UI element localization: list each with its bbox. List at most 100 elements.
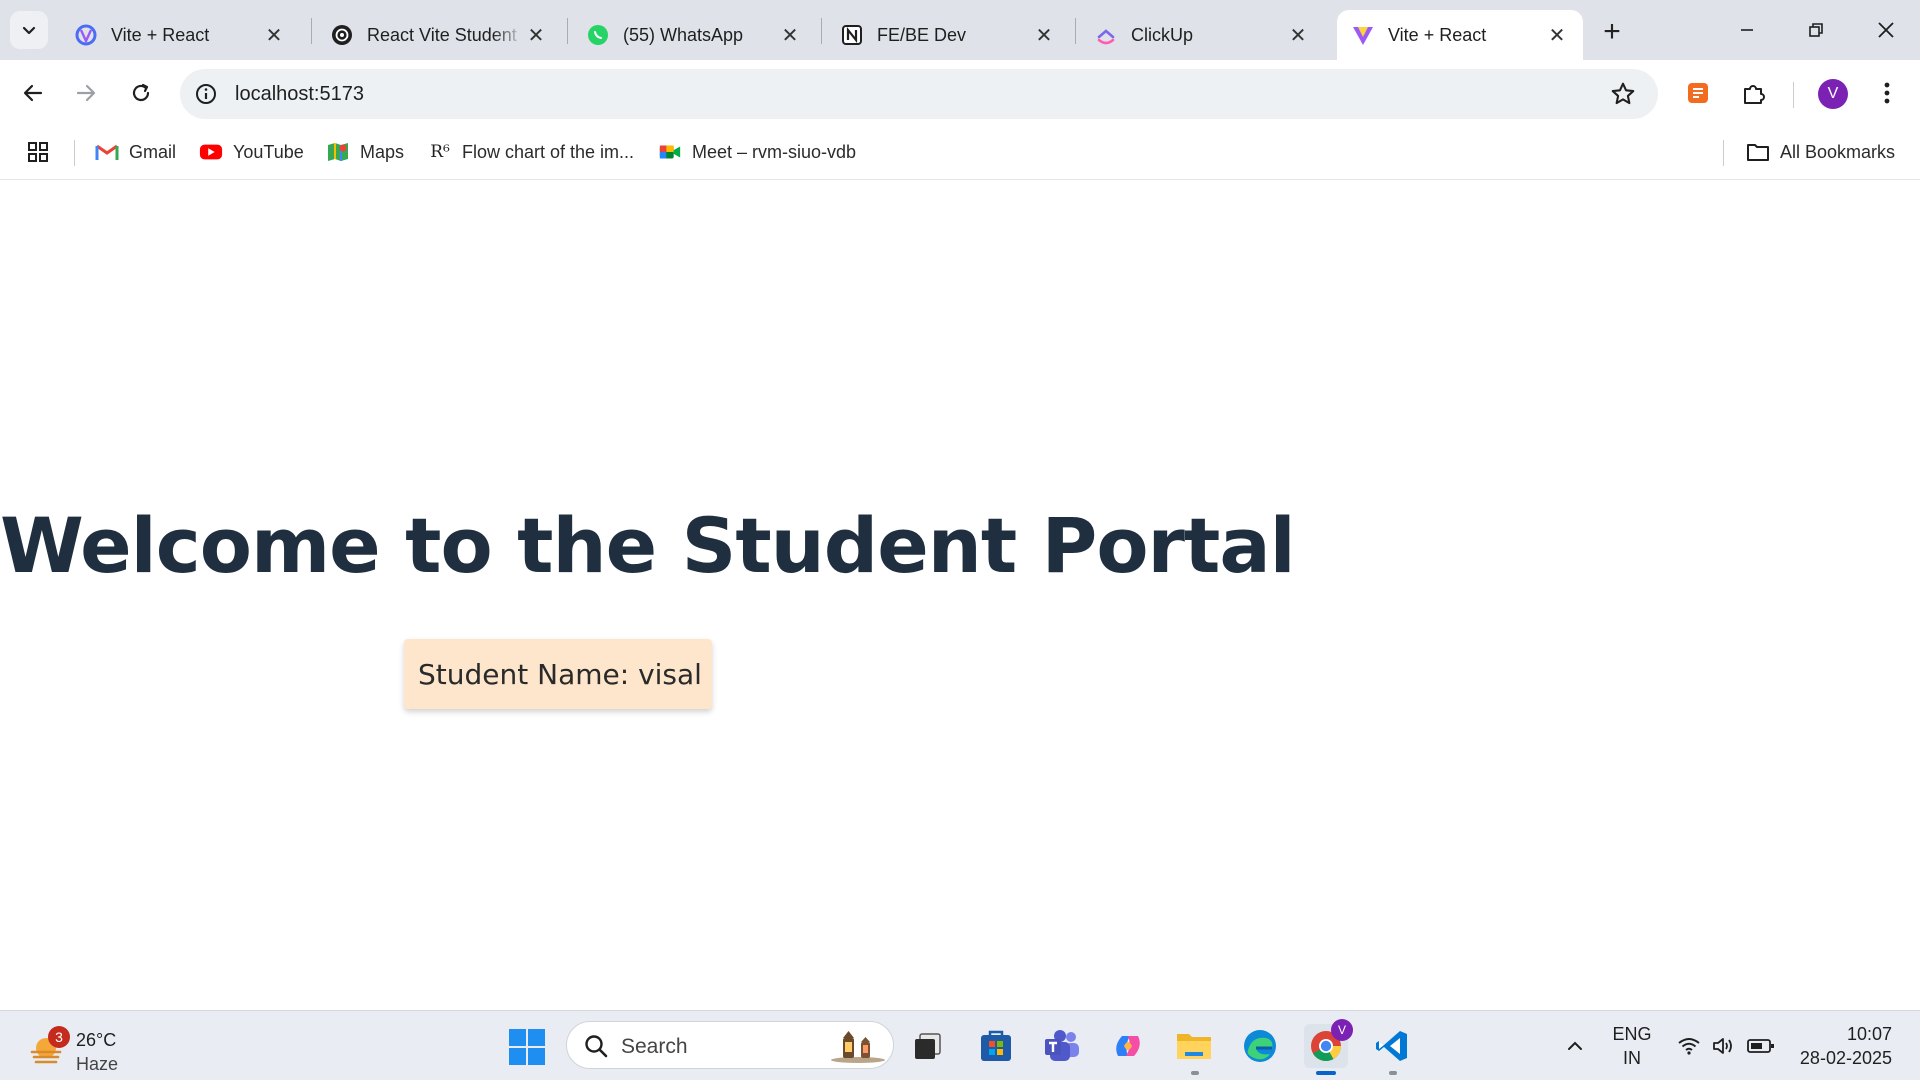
chrome-vite-icon (74, 23, 98, 47)
bookmark-label: YouTube (233, 141, 304, 162)
tab-strip: Vite + React ✕ React Vite Student ✕ (55)… (0, 0, 1920, 60)
taskbar-edge[interactable] (1238, 1024, 1282, 1068)
region-code: IN (1623, 1048, 1641, 1068)
tab-divider (567, 18, 568, 44)
bookmark-star-icon[interactable] (1610, 81, 1636, 107)
bookmark-label: Maps (360, 141, 405, 162)
close-icon (1878, 22, 1894, 38)
active-indicator (1316, 1071, 1336, 1075)
chevron-up-icon (1568, 1041, 1582, 1050)
back-arrow-icon (23, 84, 43, 102)
all-bookmarks-label: All Bookmarks (1780, 141, 1896, 162)
show-hidden-icons-button[interactable] (1560, 1011, 1590, 1080)
taskbar: 3 26°C Haze Search V ENG IN 10:07 28-02-… (0, 1010, 1920, 1080)
clickup-icon (1094, 23, 1118, 47)
tab-vite-react-active[interactable]: Vite + React ✕ (1337, 10, 1583, 60)
task-view-icon (915, 1033, 941, 1059)
apps-grid-icon (28, 142, 48, 162)
tab-vite-react-1[interactable]: Vite + React ✕ (60, 10, 300, 60)
site-info-icon[interactable] (194, 82, 218, 106)
back-button[interactable] (15, 75, 51, 111)
volume-button[interactable] (1708, 1011, 1738, 1080)
tab-divider (1075, 18, 1076, 44)
puzzle-icon (1744, 85, 1765, 104)
weather-temperature: 26°C (76, 1030, 117, 1050)
close-icon[interactable]: ✕ (1032, 23, 1056, 47)
taskbar-search[interactable]: Search (566, 1021, 894, 1069)
tab-title: React Vite Student (367, 24, 517, 45)
clock-time: 10:07 (1846, 1024, 1892, 1044)
openai-icon (330, 23, 354, 47)
tab-title: (55) WhatsApp (623, 24, 744, 45)
page-content: Welcome to the Student Portal Student Na… (0, 181, 1920, 1010)
bookmark-flow-chart[interactable]: R⁶ Flow chart of the im... (428, 138, 634, 166)
file-explorer-icon (1177, 1034, 1211, 1059)
menu-button[interactable] (1871, 77, 1903, 109)
battery-button[interactable] (1744, 1011, 1778, 1080)
notes-extension-icon (1688, 83, 1708, 103)
forward-button[interactable] (68, 75, 104, 111)
extension-notes-button[interactable] (1682, 77, 1714, 109)
bookmark-label: Meet – rvm-siuo-vdb (692, 141, 857, 162)
weather-widget[interactable]: 3 26°C Haze (28, 1020, 148, 1074)
new-tab-button[interactable]: + (1595, 15, 1629, 49)
windows-start-icon[interactable] (508, 1028, 546, 1066)
microsoft-store-icon (981, 1030, 1011, 1061)
taskbar-copilot[interactable] (1106, 1024, 1150, 1068)
tab-search-button[interactable] (10, 11, 48, 49)
page-title: Welcome to the Student Portal (0, 501, 1296, 590)
tab-clickup[interactable]: ClickUp ✕ (1080, 10, 1324, 60)
system-clock[interactable]: 10:07 28-02-2025 (1800, 1022, 1892, 1070)
whatsapp-icon (586, 23, 610, 47)
close-icon[interactable]: ✕ (1286, 23, 1310, 47)
bookmark-divider (1723, 140, 1724, 166)
toolbar-divider (1793, 82, 1794, 108)
running-indicator (1191, 1071, 1199, 1075)
maps-icon (326, 140, 350, 164)
bookmark-youtube[interactable]: YouTube (199, 138, 304, 166)
taskbar-microsoft-store[interactable] (974, 1024, 1018, 1068)
notion-icon (840, 23, 864, 47)
close-icon[interactable]: ✕ (1545, 23, 1569, 47)
tab-divider (311, 18, 312, 44)
copilot-icon (1116, 1036, 1140, 1056)
extensions-button[interactable] (1738, 77, 1770, 109)
language-code: ENG (1612, 1024, 1652, 1044)
chrome-profile-badge: V (1331, 1019, 1353, 1041)
address-bar[interactable]: localhost:5173 (180, 69, 1658, 119)
network-button[interactable] (1674, 1011, 1704, 1080)
bookmarks-bar: Gmail YouTube Maps R⁶ Flow chart of the … (0, 126, 1920, 180)
running-indicator (1389, 1071, 1397, 1075)
taskbar-teams[interactable] (1040, 1024, 1084, 1068)
tab-whatsapp[interactable]: (55) WhatsApp ✕ (572, 10, 816, 60)
minimize-icon (1741, 29, 1753, 31)
search-highlight-lanterns-icon (831, 1031, 885, 1063)
taskbar-file-explorer[interactable] (1172, 1024, 1216, 1068)
bookmark-maps[interactable]: Maps (326, 138, 404, 166)
bookmark-gmail[interactable]: Gmail (95, 138, 176, 166)
url-text[interactable]: localhost:5173 (235, 83, 364, 106)
close-icon[interactable]: ✕ (524, 23, 548, 47)
tab-fe-be-dev[interactable]: FE/BE Dev ✕ (826, 10, 1070, 60)
taskbar-vscode[interactable] (1370, 1024, 1414, 1068)
all-bookmarks-button[interactable]: All Bookmarks (1746, 138, 1895, 166)
tab-title: FE/BE Dev (877, 24, 967, 45)
search-placeholder: Search (621, 1035, 688, 1058)
profile-avatar[interactable]: V (1818, 79, 1848, 109)
bookmark-meet[interactable]: Meet – rvm-siuo-vdb (658, 138, 856, 166)
close-window-button[interactable] (1866, 10, 1906, 50)
forward-arrow-icon (76, 84, 96, 102)
vscode-icon (1376, 1031, 1407, 1061)
reload-button[interactable] (123, 75, 159, 111)
teams-icon (1045, 1030, 1079, 1061)
apps-button[interactable] (26, 138, 50, 166)
edge-icon (1244, 1030, 1276, 1062)
taskbar-task-view[interactable] (906, 1024, 950, 1068)
language-indicator[interactable]: ENG IN (1612, 1022, 1652, 1070)
close-icon[interactable]: ✕ (262, 23, 286, 47)
close-icon[interactable]: ✕ (778, 23, 802, 47)
restore-button[interactable] (1796, 10, 1836, 50)
minimize-button[interactable] (1727, 10, 1767, 50)
notification-badge: 3 (48, 1026, 70, 1048)
tab-react-vite-student[interactable]: React Vite Student ✕ (316, 10, 562, 60)
